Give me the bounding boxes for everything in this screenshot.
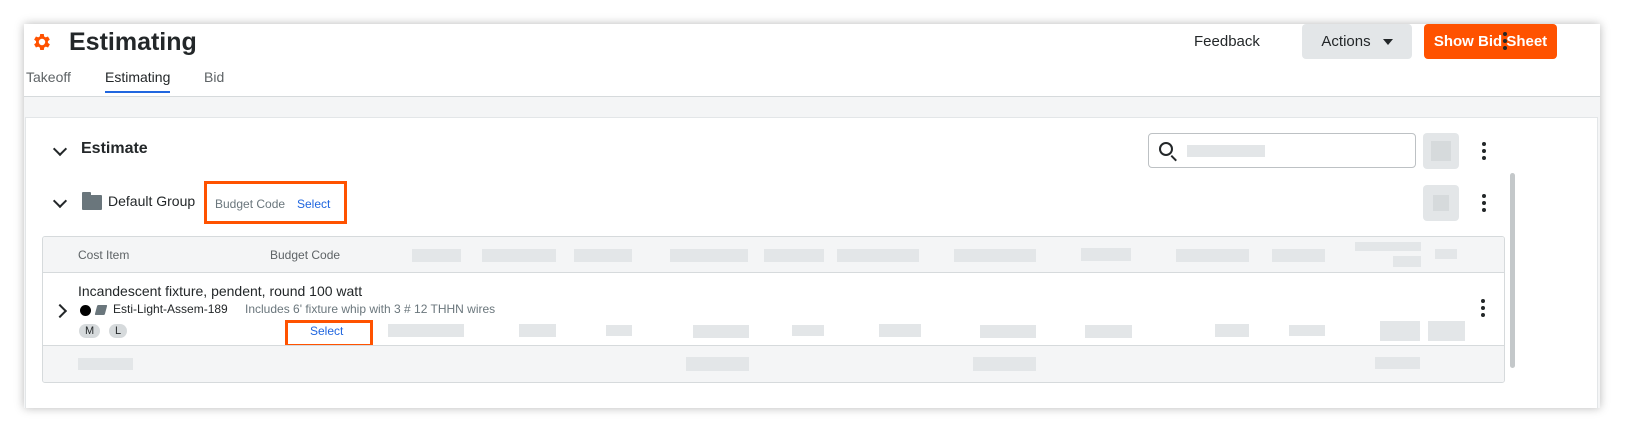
- show-bid-sheet-button[interactable]: Show Bid Sheet: [1424, 24, 1557, 59]
- estimate-card: Estimate Default Group Budget Code Selec…: [25, 117, 1598, 408]
- column-header-skeleton: [764, 249, 824, 262]
- cell-skeleton: [606, 325, 632, 336]
- subtotal-skeleton: [1375, 357, 1420, 369]
- cell-skeleton: [1380, 321, 1420, 341]
- column-header-skeleton: [1355, 242, 1421, 251]
- cell-skeleton: [519, 324, 556, 337]
- cell-skeleton: [792, 325, 824, 336]
- search-icon: [1159, 142, 1173, 156]
- cell-skeleton: [1428, 321, 1465, 341]
- gear-icon: [34, 34, 50, 50]
- caret-down-icon: [1382, 38, 1393, 45]
- search-input[interactable]: [1148, 133, 1416, 168]
- column-header-skeleton: [1435, 249, 1457, 259]
- more-options-icon[interactable]: [1503, 32, 1507, 50]
- status-dot-icon: [80, 305, 91, 316]
- vertical-scrollbar[interactable]: [1510, 173, 1515, 368]
- cost-item-description: Includes 6' fixture whip with 3 # 12 THH…: [245, 302, 496, 316]
- column-header-skeleton: [837, 249, 919, 262]
- feedback-button[interactable]: Feedback: [1194, 24, 1260, 59]
- group-budget-code-select-link[interactable]: Select: [297, 197, 330, 211]
- subtotal-skeleton: [686, 357, 749, 371]
- cost-items-table: Cost Item Budget Code Incandescent fixtu…: [42, 236, 1505, 383]
- cell-skeleton: [388, 324, 464, 337]
- row-more-options-icon[interactable]: [1481, 299, 1485, 317]
- expand-row-chevron-icon[interactable]: [52, 303, 68, 319]
- actions-label: Actions: [1321, 33, 1371, 50]
- column-header-skeleton: [1176, 249, 1249, 262]
- folder-icon: [82, 192, 102, 210]
- group-more-options-icon[interactable]: [1482, 194, 1486, 212]
- cell-skeleton: [980, 325, 1036, 338]
- column-header-skeleton: [954, 249, 1036, 262]
- column-header-skeleton: [1272, 249, 1325, 262]
- actions-dropdown-button[interactable]: Actions: [1302, 24, 1412, 59]
- column-header-skeleton: [574, 249, 632, 262]
- top-bar: Estimating Takeoff Estimating Bid Feedba…: [24, 24, 1600, 97]
- cell-skeleton: [1085, 325, 1132, 338]
- collapse-group-chevron-icon[interactable]: [52, 193, 68, 209]
- group-name: Default Group: [108, 193, 196, 209]
- cell-skeleton: [1215, 324, 1249, 337]
- search-placeholder-skeleton: [1187, 145, 1265, 157]
- toolbar-square-button[interactable]: [1423, 133, 1459, 169]
- column-header-skeleton: [482, 249, 556, 262]
- tab-bid[interactable]: Bid: [204, 69, 224, 85]
- tab-takeoff[interactable]: Takeoff: [26, 69, 71, 85]
- column-header-budget-code: Budget Code: [270, 248, 341, 262]
- column-header-cost-item: Cost Item: [78, 248, 130, 262]
- cell-skeleton: [1289, 325, 1325, 336]
- subtotal-row: [43, 346, 1504, 382]
- cell-skeleton: [693, 325, 749, 338]
- subtotal-skeleton: [78, 358, 133, 370]
- subtotal-skeleton: [973, 357, 1036, 371]
- cell-skeleton: [879, 324, 921, 337]
- column-header-skeleton: [670, 249, 748, 262]
- estimate-title: Estimate: [81, 140, 148, 157]
- tag-badge-l: L: [109, 324, 128, 338]
- assembly-icon: [94, 305, 108, 315]
- cost-item-code: Esti-Light-Assem-189: [113, 302, 228, 316]
- cost-item-name: Incandescent fixture, pendent, round 100…: [78, 283, 363, 299]
- column-header-skeleton: [1081, 248, 1131, 261]
- column-header-skeleton: [412, 249, 461, 262]
- tag-badge-m: M: [79, 324, 101, 338]
- column-header-skeleton: [1393, 256, 1421, 267]
- estimate-more-options-icon[interactable]: [1482, 142, 1486, 160]
- page-title: Estimating: [69, 28, 197, 56]
- app-window: Estimating Takeoff Estimating Bid Feedba…: [24, 24, 1600, 408]
- budget-code-label: Budget Code: [215, 197, 286, 211]
- table-header: Cost Item Budget Code: [43, 237, 1504, 273]
- row-budget-code-select-link[interactable]: Select: [310, 324, 343, 338]
- collapse-estimate-chevron-icon[interactable]: [52, 141, 68, 157]
- tab-estimating[interactable]: Estimating: [105, 69, 171, 93]
- group-square-button[interactable]: [1423, 185, 1459, 221]
